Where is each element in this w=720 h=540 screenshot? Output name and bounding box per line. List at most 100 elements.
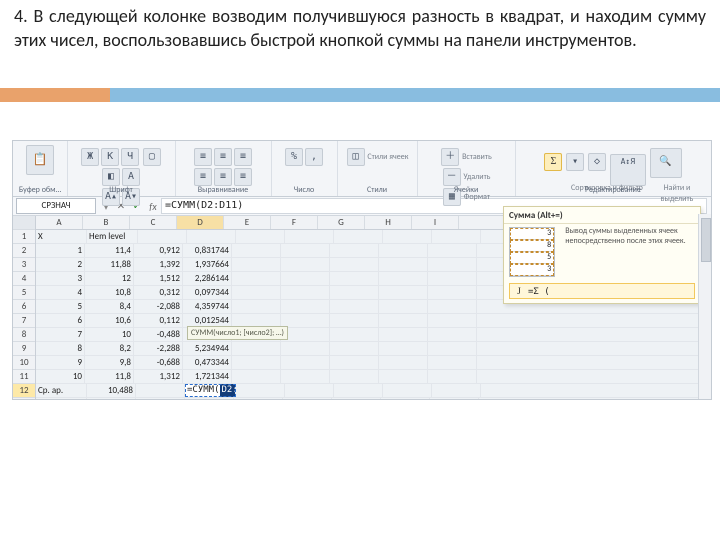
cell[interactable]: 1,312 [134, 370, 183, 383]
cell[interactable] [281, 300, 330, 313]
cell[interactable]: -2,088 [134, 300, 183, 313]
cell[interactable]: 0,831744 [183, 244, 232, 257]
cell[interactable] [185, 398, 234, 400]
align-top-icon[interactable]: ≡ [194, 148, 212, 166]
cell[interactable] [428, 370, 477, 383]
cell[interactable] [383, 230, 432, 243]
cell[interactable] [330, 370, 379, 383]
cell[interactable] [281, 244, 330, 257]
number-comma-icon[interactable]: , [305, 148, 323, 166]
cell[interactable] [87, 398, 136, 400]
cell[interactable]: 0,912 [134, 244, 183, 257]
align-mid-icon[interactable]: ≡ [214, 148, 232, 166]
cell[interactable] [281, 314, 330, 327]
cell[interactable]: 2 [36, 258, 85, 271]
cell[interactable]: 7 [36, 328, 85, 341]
cell[interactable]: 0,112 [134, 314, 183, 327]
fill-color-button[interactable]: ◧ [102, 168, 120, 186]
col-header[interactable]: A [36, 216, 83, 229]
cell[interactable] [232, 286, 281, 299]
col-header[interactable]: C [130, 216, 177, 229]
cell[interactable]: 10 [85, 328, 134, 341]
cell[interactable] [379, 342, 428, 355]
cell[interactable] [136, 398, 185, 400]
cell[interactable]: Hem level [87, 230, 138, 243]
cell[interactable] [136, 384, 185, 397]
row-headers[interactable]: 1 2 3 4 5 6 7 8 9 10 11 12 13 14 [13, 216, 36, 400]
row-header[interactable]: 6 [13, 300, 35, 314]
cell[interactable] [330, 328, 379, 341]
italic-button[interactable]: К [101, 148, 119, 166]
row-header[interactable]: 1 [13, 230, 35, 244]
row-header[interactable]: 8 [13, 328, 35, 342]
cell[interactable] [281, 258, 330, 271]
cell[interactable] [138, 230, 187, 243]
cell[interactable]: -0,688 [134, 356, 183, 369]
clear-icon[interactable]: ◇ [588, 153, 606, 171]
cell[interactable] [234, 398, 283, 400]
col-header[interactable]: I [412, 216, 459, 229]
cell[interactable]: 0,473344 [183, 356, 232, 369]
cell[interactable] [428, 258, 477, 271]
row-header[interactable]: 11 [13, 370, 35, 384]
row-header[interactable]: 9 [13, 342, 35, 356]
cell[interactable]: 12 [85, 272, 134, 285]
cell[interactable] [379, 286, 428, 299]
cell[interactable] [334, 384, 383, 397]
delete-cells-button[interactable]: Удалить [463, 172, 490, 182]
cell[interactable] [232, 272, 281, 285]
row-header[interactable]: 13 [13, 398, 35, 400]
cell[interactable]: 5 [36, 300, 85, 313]
cell[interactable]: =СУММ(D2:D11) [185, 384, 236, 397]
cell[interactable]: 1,937664 [183, 258, 232, 271]
cell[interactable] [379, 258, 428, 271]
cell[interactable] [330, 342, 379, 355]
cell[interactable]: 3 [36, 272, 85, 285]
cell[interactable] [428, 286, 477, 299]
cell[interactable] [285, 384, 334, 397]
row-header[interactable]: 10 [13, 356, 35, 370]
fill-down-icon[interactable]: ▾ [566, 153, 584, 171]
cell-styles-icon[interactable]: ◫ [347, 148, 365, 166]
cell[interactable]: 9,8 [85, 356, 134, 369]
cell[interactable]: 2,286144 [183, 272, 232, 285]
cell[interactable] [232, 342, 281, 355]
cell[interactable] [432, 384, 481, 397]
cell[interactable]: -2,288 [134, 342, 183, 355]
row-header[interactable]: 5 [13, 286, 35, 300]
align-right-icon[interactable]: ≡ [234, 168, 252, 186]
cell[interactable] [332, 398, 381, 400]
cell[interactable] [281, 328, 330, 341]
cell[interactable]: 1,512 [134, 272, 183, 285]
cell[interactable] [379, 370, 428, 383]
underline-button[interactable]: Ч [121, 148, 139, 166]
cell[interactable] [381, 398, 430, 400]
cell[interactable] [281, 342, 330, 355]
sort-filter-button[interactable]: А↕Я [610, 154, 646, 186]
cell[interactable]: 10,8 [85, 286, 134, 299]
cell[interactable]: 0,312 [134, 286, 183, 299]
cell[interactable] [379, 356, 428, 369]
cell[interactable] [285, 230, 334, 243]
cell[interactable]: 1 [36, 244, 85, 257]
cell[interactable] [281, 370, 330, 383]
autosum-button[interactable]: Σ [544, 153, 562, 171]
align-center-icon[interactable]: ≡ [214, 168, 232, 186]
row-header[interactable]: 7 [13, 314, 35, 328]
cell[interactable] [232, 300, 281, 313]
cell[interactable]: 4,359744 [183, 300, 232, 313]
border-button[interactable]: ▢ [143, 148, 161, 166]
cell[interactable]: 6 [36, 314, 85, 327]
cell[interactable] [330, 356, 379, 369]
cell[interactable]: 8 [36, 342, 85, 355]
cell[interactable]: -0,488 [134, 328, 183, 341]
row-header[interactable]: 2 [13, 244, 35, 258]
cell[interactable] [232, 244, 281, 257]
col-header[interactable]: G [318, 216, 365, 229]
row-header[interactable]: 12 [13, 384, 35, 398]
cell[interactable]: 10,6 [85, 314, 134, 327]
cell[interactable] [283, 398, 332, 400]
col-header[interactable]: E [224, 216, 271, 229]
number-percent-icon[interactable]: % [285, 148, 303, 166]
cell[interactable]: 1,392 [134, 258, 183, 271]
